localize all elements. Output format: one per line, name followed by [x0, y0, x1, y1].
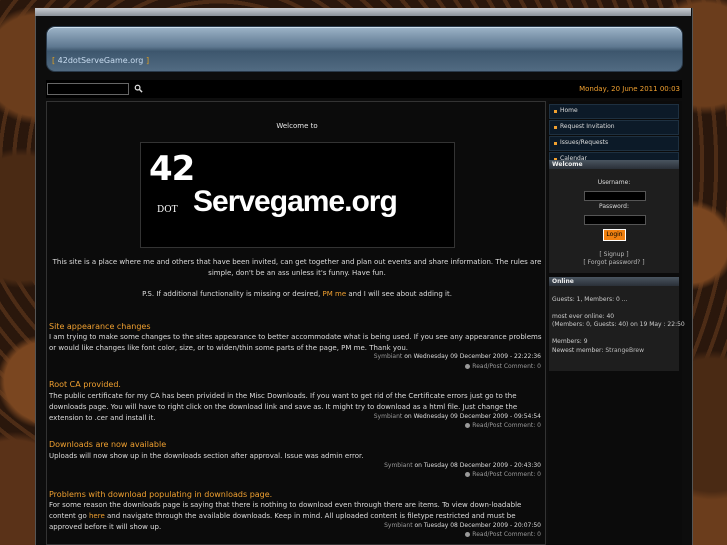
news-date: Tuesday 08 December 2009 - 20:43:30	[423, 462, 541, 469]
toolbar: Monday, 20 June 2011 00:03	[46, 80, 682, 98]
comment-icon	[465, 423, 471, 428]
search-input[interactable]	[47, 83, 129, 95]
read-comment-link[interactable]: Read/Post Comment: 0	[465, 363, 541, 370]
current-date: Monday, 20 June 2011 00:03	[579, 85, 680, 93]
news-on: on	[404, 413, 412, 420]
site-banner: [ 42dotServeGame.org ]	[46, 26, 683, 72]
ps-after: and I will see about adding it.	[346, 290, 452, 298]
read-comment-label: Read/Post Comment: 0	[472, 363, 541, 370]
password-field[interactable]	[584, 215, 646, 225]
ps-text: P.S. If additional functionality is miss…	[49, 289, 545, 300]
read-comment-label: Read/Post Comment: 0	[472, 422, 541, 429]
news-meta: Symbiant on Tuesday 08 December 2009 - 2…	[384, 522, 541, 529]
bracket-open: [	[52, 56, 56, 65]
most-ever-detail: (Members: 0, Guests: 40) on 19 May : 22:…	[552, 321, 685, 328]
username-field[interactable]	[584, 191, 646, 201]
members-count: Members: 9	[552, 338, 588, 345]
nav-item-request-invitation[interactable]: Request Invitation	[549, 120, 679, 135]
username-label: Username:	[597, 179, 631, 186]
nav-item-home[interactable]: Home	[549, 104, 679, 119]
news-author[interactable]: Symbiant	[374, 413, 403, 420]
most-ever-line: most ever online: 40	[552, 313, 615, 320]
news-on: on	[414, 462, 422, 469]
logo-name: Servegame.org	[193, 185, 398, 218]
welcome-section-header: Welcome	[549, 160, 679, 169]
news-meta: Symbiant on Tuesday 08 December 2009 - 2…	[384, 462, 541, 469]
login-box: Username: Password: Login [ Signup ] [ F…	[549, 169, 679, 273]
site-title[interactable]: [ 42dotServeGame.org ]	[52, 56, 149, 65]
news-date: Wednesday 09 December 2009 - 22:22:36	[413, 353, 541, 360]
top-strip	[35, 8, 691, 16]
news-meta: Symbiant on Wednesday 09 December 2009 -…	[374, 353, 541, 360]
online-box: Guests: 1, Members: 0 ... most ever onli…	[549, 286, 685, 371]
password-label: Password:	[598, 203, 630, 210]
pm-link[interactable]: PM me	[323, 290, 347, 298]
news-body: I am trying to make some changes to the …	[49, 333, 542, 352]
sidebar: Home Request Invitation Issues/Requests …	[548, 101, 685, 545]
read-comment-link[interactable]: Read/Post Comment: 0	[465, 531, 541, 538]
newest-member-link[interactable]: StrangeBrew	[605, 347, 644, 354]
login-button[interactable]: Login	[603, 229, 626, 241]
news-title[interactable]: Downloads are now available	[49, 440, 166, 449]
news-date: Tuesday 08 December 2009 - 20:07:50	[423, 522, 541, 529]
news-title[interactable]: Root CA provided.	[49, 380, 121, 389]
logo-dot: DOT	[157, 205, 178, 215]
news-title[interactable]: Problems with download populating in dow…	[49, 490, 272, 499]
ps-before: P.S. If additional functionality is miss…	[142, 290, 323, 298]
signup-link[interactable]: [ Signup ]	[549, 251, 679, 258]
main-content: Welcome to 42 DOT Servegame.org This sit…	[46, 101, 546, 545]
guests-line: Guests: 1, Members: 0 ...	[552, 296, 628, 303]
downloads-here-link[interactable]: here	[89, 512, 105, 520]
comment-icon	[465, 532, 471, 537]
nav-item-issues-requests[interactable]: Issues/Requests	[549, 136, 679, 151]
newest-member-label: Newest member:	[552, 347, 606, 354]
site-logo: 42 DOT Servegame.org	[140, 142, 455, 248]
nav-menu: Home Request Invitation Issues/Requests …	[549, 104, 679, 168]
read-comment-label: Read/Post Comment: 0	[472, 471, 541, 478]
comment-icon	[465, 364, 471, 369]
welcome-title: Welcome to	[276, 122, 318, 130]
bracket-close: ]	[145, 56, 150, 65]
news-author[interactable]: Symbiant	[384, 462, 413, 469]
search-icon[interactable]	[134, 84, 143, 93]
news-on: on	[414, 522, 422, 529]
site-title-text: 42dotServeGame.org	[57, 56, 144, 65]
read-comment-link[interactable]: Read/Post Comment: 0	[465, 471, 541, 478]
online-section-header: Online	[549, 277, 679, 286]
read-comment-label: Read/Post Comment: 0	[472, 531, 541, 538]
forgot-password-link[interactable]: [ Forgot password? ]	[549, 259, 679, 266]
news-title[interactable]: Site appearance changes	[49, 322, 151, 331]
read-comment-link[interactable]: Read/Post Comment: 0	[465, 422, 541, 429]
news-on: on	[404, 353, 412, 360]
news-author[interactable]: Symbiant	[374, 353, 403, 360]
logo-number: 42	[149, 149, 195, 189]
news-date: Wednesday 09 December 2009 - 09:54:54	[413, 413, 541, 420]
newest-member: Newest member: StrangeBrew	[552, 347, 644, 354]
news-body: Uploads will now show up in the download…	[49, 452, 364, 460]
news-meta: Symbiant on Wednesday 09 December 2009 -…	[374, 413, 541, 420]
comment-icon	[465, 472, 471, 477]
intro-text: This site is a place where me and others…	[52, 258, 542, 277]
news-author[interactable]: Symbiant	[384, 522, 413, 529]
